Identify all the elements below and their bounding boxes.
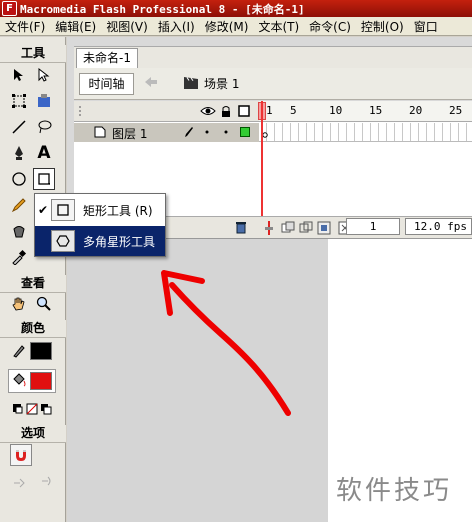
color-buttons: [12, 402, 52, 416]
rectangle-icon: [51, 199, 75, 221]
snap-magnet-icon[interactable]: [10, 444, 32, 466]
frame-number: 25: [449, 104, 463, 117]
stroke-color-swatch[interactable]: [30, 342, 52, 360]
smooth-straighten-icon[interactable]: [12, 474, 56, 488]
menu-commands[interactable]: 命令(C): [304, 18, 356, 35]
gradient-transform-icon[interactable]: [33, 90, 55, 112]
layer-header: [74, 101, 259, 122]
checkmark-icon: ✔: [37, 203, 49, 217]
frame-number: 10: [329, 104, 343, 117]
menu-edit[interactable]: 编辑(E): [50, 18, 101, 35]
trash-icon[interactable]: [234, 220, 248, 234]
onion-skin-icon[interactable]: [281, 221, 295, 235]
pencil-edit-icon[interactable]: [184, 126, 194, 138]
visibility-dot-icon[interactable]: [205, 130, 209, 134]
frames-row[interactable]: [259, 123, 472, 142]
fill-color-icon[interactable]: [8, 370, 30, 392]
menu-item-label: 矩形工具 (R): [83, 203, 153, 218]
center-frame-icon[interactable]: [264, 221, 274, 235]
edit-multiple-frames-icon[interactable]: [317, 221, 331, 235]
timeline-toggle-button[interactable]: 时间轴: [79, 73, 134, 95]
layer-row[interactable]: [74, 123, 259, 142]
frame-number: 20: [409, 104, 423, 117]
menu-item-label: 多角星形工具: [83, 234, 156, 249]
menu-control[interactable]: 控制(O): [356, 18, 409, 35]
menu-view[interactable]: 视图(V): [101, 18, 153, 35]
menu-text[interactable]: 文本(T): [253, 18, 304, 35]
polystar-tool-menu-item[interactable]: 多角星形工具: [35, 226, 165, 256]
oval-icon[interactable]: [8, 168, 30, 190]
lock-dot-icon[interactable]: [224, 130, 228, 134]
polystar-icon: [51, 230, 75, 252]
menu-modify[interactable]: 修改(M): [200, 18, 254, 35]
stroke-color-icon[interactable]: [8, 340, 30, 362]
rectangle-tool-menu-item[interactable]: ✔ 矩形工具 (R): [35, 195, 165, 225]
onion-outline-icon[interactable]: [299, 221, 313, 235]
tools-panel: 工具 A 查看 颜色 选项: [0, 37, 66, 522]
pencil-icon[interactable]: [8, 194, 30, 216]
grip-icon[interactable]: [78, 105, 84, 117]
frame-number: 15: [369, 104, 383, 117]
tools-title: 工具: [0, 45, 66, 63]
text-icon[interactable]: A: [33, 142, 55, 164]
eye-icon[interactable]: [200, 106, 216, 116]
flash-app-icon[interactable]: F: [2, 1, 17, 16]
annotation-arrow: [161, 270, 291, 416]
scene-label[interactable]: 场景 1: [204, 75, 239, 92]
back-arrow-icon[interactable]: [143, 75, 163, 93]
layer-name[interactable]: 图层 1: [112, 125, 147, 142]
menu-window[interactable]: 窗口: [409, 18, 443, 35]
color-title: 颜色: [0, 320, 66, 338]
hand-icon[interactable]: [8, 293, 30, 315]
layer-page-icon: [94, 126, 106, 138]
options-title: 选项: [0, 425, 66, 443]
free-transform-icon[interactable]: [8, 90, 30, 112]
frame-number: 1: [266, 104, 273, 117]
view-title: 查看: [0, 275, 66, 293]
selection-icon[interactable]: [8, 64, 30, 86]
document-tab[interactable]: 未命名-1: [76, 48, 138, 68]
zoom-icon[interactable]: [33, 293, 55, 315]
current-frame-field[interactable]: 1: [346, 218, 400, 235]
layer-outline-color[interactable]: [240, 127, 250, 137]
title-bar: Macromedia Flash Professional 8 - [未命名-1…: [0, 0, 472, 17]
eyedropper-icon[interactable]: [8, 246, 30, 268]
menu-insert[interactable]: 插入(I): [153, 18, 200, 35]
outline-icon[interactable]: [238, 105, 250, 117]
menu-bar: 文件(F) 编辑(E) 视图(V) 插入(I) 修改(M) 文本(T) 命令(C…: [0, 17, 472, 36]
frame-rate-field[interactable]: 12.0 fps: [405, 218, 472, 235]
line-icon[interactable]: [8, 116, 30, 138]
pen-icon[interactable]: [8, 142, 30, 164]
frame-number: 5: [290, 104, 297, 117]
watermark: 软件技巧: [336, 476, 453, 506]
window-title: Macromedia Flash Professional 8 - [未命名-1…: [20, 2, 305, 16]
rectangle-icon[interactable]: [33, 168, 55, 190]
ink-bottle-icon[interactable]: [8, 220, 30, 242]
lasso-icon[interactable]: [33, 116, 55, 138]
subselection-icon[interactable]: [33, 64, 55, 86]
scene-clapper-icon: [183, 76, 199, 90]
lock-icon[interactable]: [221, 105, 231, 117]
menu-file[interactable]: 文件(F): [0, 18, 50, 35]
fill-color-swatch[interactable]: [30, 372, 52, 390]
